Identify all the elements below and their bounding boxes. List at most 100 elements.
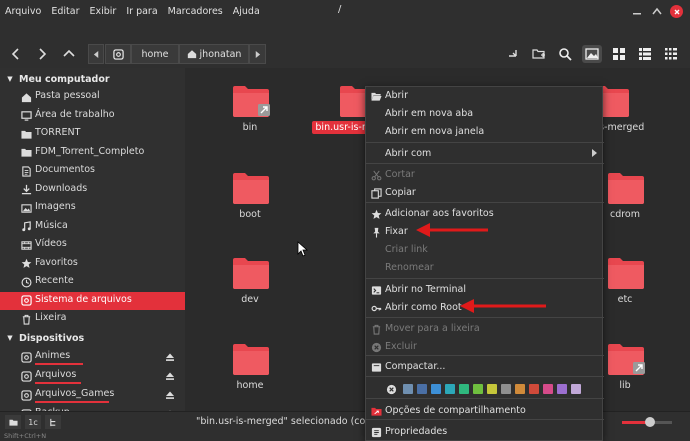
eject-icon[interactable]	[165, 352, 175, 362]
sidebar-item-favoritos[interactable]: Favoritos	[0, 255, 185, 273]
context-item-abrir[interactable]: Abrir	[366, 87, 604, 105]
sidebar-item-label: Sistema de arquivos	[35, 293, 132, 305]
context-item-abrir-no-terminal[interactable]: Abrir no Terminal	[366, 281, 604, 299]
menu-separator	[366, 376, 604, 377]
toggle-location-button[interactable]	[505, 46, 521, 62]
context-item-propriedades[interactable]: Propriedades	[366, 423, 604, 441]
tree-toggle-button[interactable]	[45, 415, 61, 429]
list-view-button[interactable]	[637, 46, 653, 62]
menu-4[interactable]: Marcadores	[163, 6, 228, 17]
compact-view-button[interactable]	[663, 46, 679, 62]
eject-icon[interactable]	[165, 390, 175, 400]
device-item-arquivos-games[interactable]: Arquivos_Games	[0, 386, 185, 404]
breadcrumb-user[interactable]: jhonatan	[179, 44, 249, 64]
delete-icon	[371, 342, 381, 352]
sidebar-item-fdm-torrent-completo[interactable]: FDM_Torrent_Completo	[0, 144, 185, 162]
color-swatch[interactable]	[473, 384, 483, 394]
toolbar: home jhonatan	[0, 22, 690, 68]
sidebar-item-torrent[interactable]: TORRENT	[0, 125, 185, 143]
folder-item-boot[interactable]: boot	[205, 171, 295, 251]
context-item-label: Opções de compartilhamento	[385, 405, 526, 416]
maximize-icon	[652, 7, 662, 15]
sidebar-item-label: Imagens	[35, 201, 76, 212]
folder-item-home[interactable]: home	[205, 342, 295, 411]
sidebar-section-devices[interactable]: ▼ Dispositivos	[0, 329, 84, 347]
context-item-copiar[interactable]: Copiar	[366, 184, 604, 202]
sidebar-toggle-button[interactable]	[5, 415, 21, 429]
sidebar-item-label: Área de trabalho	[35, 108, 115, 120]
up-button[interactable]	[61, 46, 77, 62]
sidebar-section-computer[interactable]: ▼ Meu computador	[0, 70, 109, 88]
color-swatch[interactable]	[445, 384, 455, 394]
sidebar-item-recente[interactable]: Recente	[0, 273, 185, 291]
color-swatch[interactable]	[459, 384, 469, 394]
places-toggle-button[interactable]: 1c	[25, 415, 41, 429]
device-item-label: Arquivos_Games	[35, 388, 115, 399]
sidebar-item-m-sica[interactable]: Música	[0, 218, 185, 236]
properties-icon	[371, 427, 381, 437]
color-swatch[interactable]	[529, 384, 539, 394]
device-item-animes[interactable]: Animes	[0, 348, 185, 366]
document-icon	[21, 165, 31, 177]
zoom-slider[interactable]	[622, 417, 672, 427]
breadcrumb-left-button[interactable]	[88, 44, 104, 64]
sidebar-item-imagens[interactable]: Imagens	[0, 199, 185, 217]
color-swatch[interactable]	[515, 384, 525, 394]
menu-0[interactable]: Arquivo	[0, 6, 46, 17]
menu-5[interactable]: Ajuda	[228, 6, 265, 17]
context-item-compactar[interactable]: Compactar...	[366, 358, 604, 376]
color-swatch[interactable]	[557, 384, 567, 394]
new-folder-button[interactable]	[531, 46, 547, 62]
device-item-arquivos[interactable]: Arquivos	[0, 367, 185, 385]
color-swatch[interactable]	[403, 384, 413, 394]
breadcrumb-home[interactable]: home	[131, 44, 179, 64]
color-swatch[interactable]	[431, 384, 441, 394]
context-item-cortar: Cortar	[366, 166, 604, 184]
context-item-abrir-com[interactable]: Abrir com	[366, 145, 604, 163]
breadcrumb-root[interactable]	[105, 44, 131, 64]
copy-icon	[370, 187, 382, 199]
context-item-adicionar-aos-favoritos[interactable]: Adicionar aos favoritos	[366, 205, 604, 223]
context-item-abrir-em-nova-janela[interactable]: Abrir em nova janela	[366, 123, 604, 141]
minimize-button[interactable]	[631, 5, 643, 17]
zoom-slider-knob[interactable]	[644, 417, 655, 427]
grid-view-button[interactable]	[611, 46, 627, 62]
menu-2[interactable]: Exibir	[85, 6, 122, 17]
eject-icon[interactable]	[165, 371, 175, 381]
folder-item-bin[interactable]: bin	[205, 84, 295, 164]
color-swatch[interactable]	[487, 384, 497, 394]
folder-name: dev	[241, 294, 259, 305]
folder-item-dev[interactable]: dev	[205, 256, 295, 336]
context-item-label: Abrir em nova janela	[385, 126, 485, 137]
sidebar-item--rea-de-trabalho[interactable]: Área de trabalho	[0, 107, 185, 125]
color-swatch[interactable]	[543, 384, 553, 394]
sidebar-item-v-deos[interactable]: Vídeos	[0, 236, 185, 254]
icon-view-button[interactable]	[582, 45, 602, 63]
menu-1[interactable]: Editar	[46, 6, 84, 17]
context-item-abrir-em-nova-aba[interactable]: Abrir em nova aba	[366, 105, 604, 123]
sidebar-item-downloads[interactable]: Downloads	[0, 181, 185, 199]
back-button[interactable]	[8, 46, 24, 62]
color-swatch[interactable]	[417, 384, 427, 394]
close-button[interactable]	[670, 5, 683, 18]
sidebar-item-lixeira[interactable]: Lixeira	[0, 310, 185, 328]
close-icon	[674, 9, 679, 14]
reset-color-icon[interactable]	[386, 384, 397, 395]
menubar: Arquivo Editar Exibir Ir para Marcadores Ajud…	[0, 0, 690, 22]
context-item-opcoes-de-compartilhamento[interactable]: Opções de compartilhamento	[366, 402, 604, 420]
search-button[interactable]	[557, 46, 573, 62]
maximize-button[interactable]	[651, 5, 663, 17]
folder-name: boot	[239, 209, 261, 220]
sidebar-item-pasta-pessoal[interactable]: Pasta pessoal	[0, 88, 185, 106]
color-swatch[interactable]	[501, 384, 511, 394]
sidebar-item-documentos[interactable]: Documentos	[0, 162, 185, 180]
color-swatch[interactable]	[571, 384, 581, 394]
forward-button[interactable]	[34, 46, 50, 62]
sidebar-item-label: Vídeos	[35, 238, 67, 249]
mouse-cursor-icon	[297, 241, 309, 257]
sidebar-item-sistema-de-arquivos[interactable]: Sistema de arquivos	[0, 291, 185, 310]
sidebar-item-label: Pasta pessoal	[35, 90, 100, 101]
tree-icon	[49, 418, 55, 426]
breadcrumb-right-button[interactable]	[249, 44, 266, 64]
menu-3[interactable]: Ir para	[121, 6, 162, 17]
